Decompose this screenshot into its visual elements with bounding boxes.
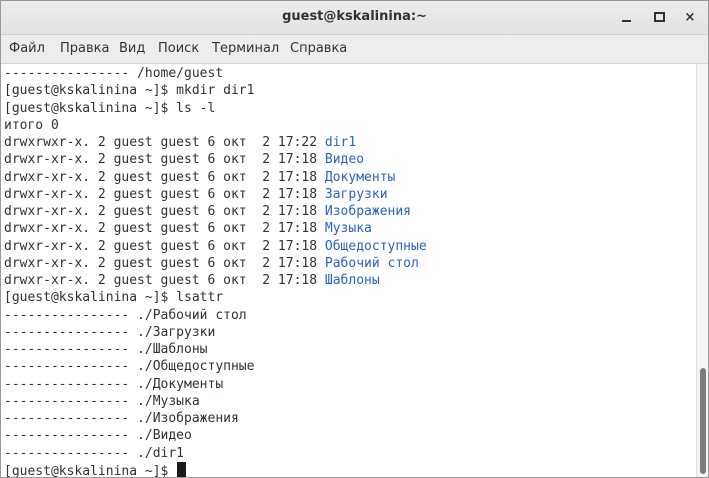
line-text: итого 0 bbox=[4, 117, 59, 133]
terminal-line: drwxr-xr-x. 2 guest guest 6 окт 2 17:18 … bbox=[4, 151, 364, 168]
scrollbar[interactable] bbox=[696, 64, 708, 477]
window-title: guest@kskalinina:~ bbox=[282, 9, 427, 24]
terminal-line: [guest@kskalinina ~]$ mkdir dir1 bbox=[4, 82, 254, 99]
directory-name: Шаблоны bbox=[324, 273, 380, 288]
menu-item-search[interactable]: Поиск bbox=[158, 41, 199, 56]
terminal-line: [guest@kskalinina ~]$ ls -l bbox=[4, 100, 215, 117]
line-text: [guest@kskalinina ~]$ bbox=[4, 463, 177, 477]
line-text: [guest@kskalinina ~]$ mkdir dir1 bbox=[4, 83, 255, 99]
terminal-line: drwxr-xr-x. 2 guest guest 6 окт 2 17:18 … bbox=[4, 220, 372, 237]
terminal-line: drwxr-xr-x. 2 guest guest 6 окт 2 17:18 … bbox=[4, 186, 388, 203]
maximize-button[interactable] bbox=[648, 7, 670, 29]
menu-item-help[interactable]: Справка bbox=[290, 41, 347, 56]
directory-name: dir1 bbox=[324, 135, 357, 150]
terminal-line: ---------------- ./Видео bbox=[4, 427, 192, 444]
line-text: drwxr-xr-x. 2 guest guest 6 окт 2 17:18 bbox=[4, 221, 325, 237]
close-button[interactable]: × bbox=[679, 7, 701, 29]
terminal-line: ---------------- ./Изображения bbox=[4, 410, 239, 427]
line-text: [guest@kskalinina ~]$ lsattr bbox=[4, 290, 224, 306]
line-text: ---------------- ./Шаблоны bbox=[4, 342, 208, 357]
line-text: drwxr-xr-x. 2 guest guest 6 окт 2 17:18 bbox=[4, 169, 325, 185]
terminal-line: ---------------- /home/guest bbox=[4, 65, 223, 82]
terminal-line: drwxrwxr-x. 2 guest guest 6 окт 2 17:22 … bbox=[4, 134, 356, 151]
line-text: drwxr-xr-x. 2 guest guest 6 окт 2 17:18 bbox=[4, 152, 325, 168]
text-cursor bbox=[177, 461, 187, 477]
line-text: ---------------- ./Музыка bbox=[4, 393, 200, 409]
line-text: drwxrwxr-x. 2 guest guest 6 окт 2 17:22 bbox=[4, 135, 325, 150]
line-text: ---------------- ./Видео bbox=[4, 428, 192, 444]
minimize-icon bbox=[621, 19, 631, 22]
terminal-output[interactable]: ---------------- /home/guest [guest@kskal… bbox=[1, 64, 696, 477]
terminal-line: ---------------- ./Загрузки bbox=[4, 324, 215, 341]
menu-item-file[interactable]: Файл bbox=[9, 41, 45, 56]
scrollbar-thumb[interactable] bbox=[700, 368, 706, 474]
menu-item-terminal[interactable]: Терминал bbox=[212, 41, 279, 56]
menu-item-edit[interactable]: Правка bbox=[60, 41, 109, 56]
minimize-button[interactable] bbox=[615, 7, 637, 29]
titlebar[interactable]: guest@kskalinina:~ × bbox=[1, 1, 708, 35]
menu-item-view[interactable]: Вид bbox=[119, 41, 145, 56]
terminal-line: ---------------- ./Рабочий стол bbox=[4, 307, 247, 324]
terminal-line: drwxr-xr-x. 2 guest guest 6 окт 2 17:18 … bbox=[4, 169, 395, 186]
line-text: drwxr-xr-x. 2 guest guest 6 окт 2 17:18 bbox=[4, 186, 325, 202]
terminal-line: drwxr-xr-x. 2 guest guest 6 окт 2 17:18 … bbox=[4, 238, 427, 255]
line-text: ---------------- ./Изображения bbox=[4, 411, 239, 426]
line-text: ---------------- /home/guest bbox=[4, 66, 224, 81]
terminal-line: [guest@kskalinina ~]$ bbox=[4, 461, 187, 477]
terminal-line: ---------------- ./dir1 bbox=[4, 445, 184, 462]
line-text: ---------------- ./dir1 bbox=[4, 445, 185, 461]
line-text: ---------------- ./Рабочий стол bbox=[4, 307, 247, 323]
line-text: drwxr-xr-x. 2 guest guest 6 окт 2 17:18 bbox=[4, 255, 325, 271]
directory-name: Загрузки bbox=[324, 186, 388, 202]
directory-name: Изображения bbox=[324, 204, 411, 219]
terminal-line: drwxr-xr-x. 2 guest guest 6 окт 2 17:18 … bbox=[4, 203, 411, 220]
terminal-line: итого 0 bbox=[4, 117, 59, 134]
maximize-icon bbox=[653, 11, 665, 22]
terminal-line: ---------------- ./Документы bbox=[4, 376, 223, 393]
terminal-line: [guest@kskalinina ~]$ lsattr bbox=[4, 289, 223, 306]
line-text: ---------------- ./Общедоступные bbox=[4, 359, 255, 375]
terminal-line: drwxr-xr-x. 2 guest guest 6 окт 2 17:18 … bbox=[4, 272, 380, 289]
terminal-line: ---------------- ./Музыка bbox=[4, 393, 200, 410]
terminal-window: guest@kskalinina:~ × Файл Правка Вид Пои… bbox=[0, 0, 709, 478]
directory-name: Музыка bbox=[324, 221, 372, 237]
line-text: ---------------- ./Загрузки bbox=[4, 324, 216, 340]
line-text: drwxr-xr-x. 2 guest guest 6 окт 2 17:18 bbox=[4, 204, 325, 219]
directory-name: Документы bbox=[324, 169, 396, 185]
directory-name: Рабочий стол bbox=[324, 255, 419, 271]
menu-bar: Файл Правка Вид Поиск Терминал Справка bbox=[1, 35, 708, 64]
line-text: ---------------- ./Документы bbox=[4, 376, 224, 392]
directory-name: Видео bbox=[324, 152, 365, 168]
line-text: [guest@kskalinina ~]$ ls -l bbox=[4, 100, 216, 116]
terminal-line: drwxr-xr-x. 2 guest guest 6 окт 2 17:18 … bbox=[4, 255, 419, 272]
close-icon: × bbox=[684, 10, 696, 25]
terminal-line: ---------------- ./Шаблоны bbox=[4, 341, 208, 358]
line-text: drwxr-xr-x. 2 guest guest 6 окт 2 17:18 bbox=[4, 273, 325, 288]
directory-name: Общедоступные bbox=[324, 238, 427, 254]
terminal-line: ---------------- ./Общедоступные bbox=[4, 358, 254, 375]
line-text: drwxr-xr-x. 2 guest guest 6 окт 2 17:18 bbox=[4, 238, 325, 254]
